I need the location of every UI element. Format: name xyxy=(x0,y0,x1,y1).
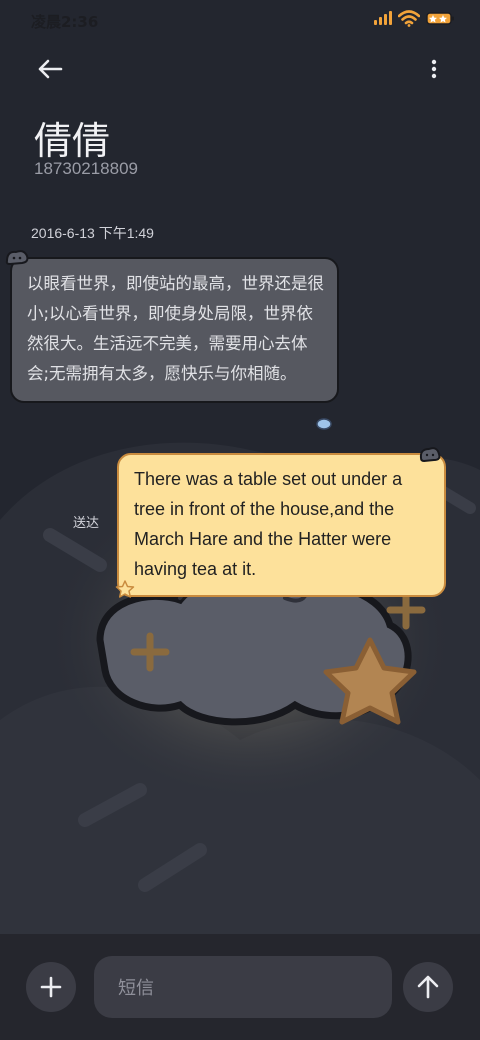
contact-number: 18730218809 xyxy=(34,159,139,178)
send-button[interactable] xyxy=(403,962,453,1012)
battery-icon xyxy=(426,12,454,25)
bubble-decoration-icon xyxy=(316,418,332,430)
back-button[interactable] xyxy=(30,52,70,86)
signal-icon xyxy=(374,11,392,25)
more-vertical-icon xyxy=(431,59,437,79)
top-app-bar xyxy=(0,46,480,92)
add-attachment-button[interactable] xyxy=(26,962,76,1012)
contact-name: 倩倩 xyxy=(34,119,111,163)
plus-icon xyxy=(40,976,62,998)
sms-input-placeholder: 短信 xyxy=(118,978,154,999)
outgoing-message-bubble[interactable]: There was a table set out under a tree i… xyxy=(117,453,446,597)
status-time: 凌晨2:36 xyxy=(31,13,99,31)
message-timestamp: 2016-6-13 下午1:49 xyxy=(31,225,154,241)
send-arrow-icon xyxy=(417,975,439,999)
outgoing-message-text: There was a table set out under a tree i… xyxy=(134,469,403,579)
status-bar: 凌晨2:36 xyxy=(0,0,480,40)
bubble-decoration-icon xyxy=(419,447,441,463)
bubble-decoration-icon xyxy=(5,250,29,266)
status-icons xyxy=(374,9,456,27)
delivery-status: 送达 xyxy=(73,516,100,531)
incoming-message-bubble[interactable]: 以眼看世界，即使站的最高，世界还是很小;以心看世界，即使身处局限，世界依然很大。… xyxy=(10,257,339,403)
wifi-icon xyxy=(398,10,420,27)
incoming-message-text: 以眼看世界，即使站的最高，世界还是很小;以心看世界，即使身处局限，世界依然很大。… xyxy=(27,274,324,383)
more-options-button[interactable] xyxy=(422,52,446,86)
star-decoration-icon xyxy=(115,580,135,598)
sms-input[interactable]: 短信 xyxy=(94,956,392,1018)
back-arrow-icon xyxy=(38,59,63,79)
compose-bar: 短信 xyxy=(0,934,480,1040)
